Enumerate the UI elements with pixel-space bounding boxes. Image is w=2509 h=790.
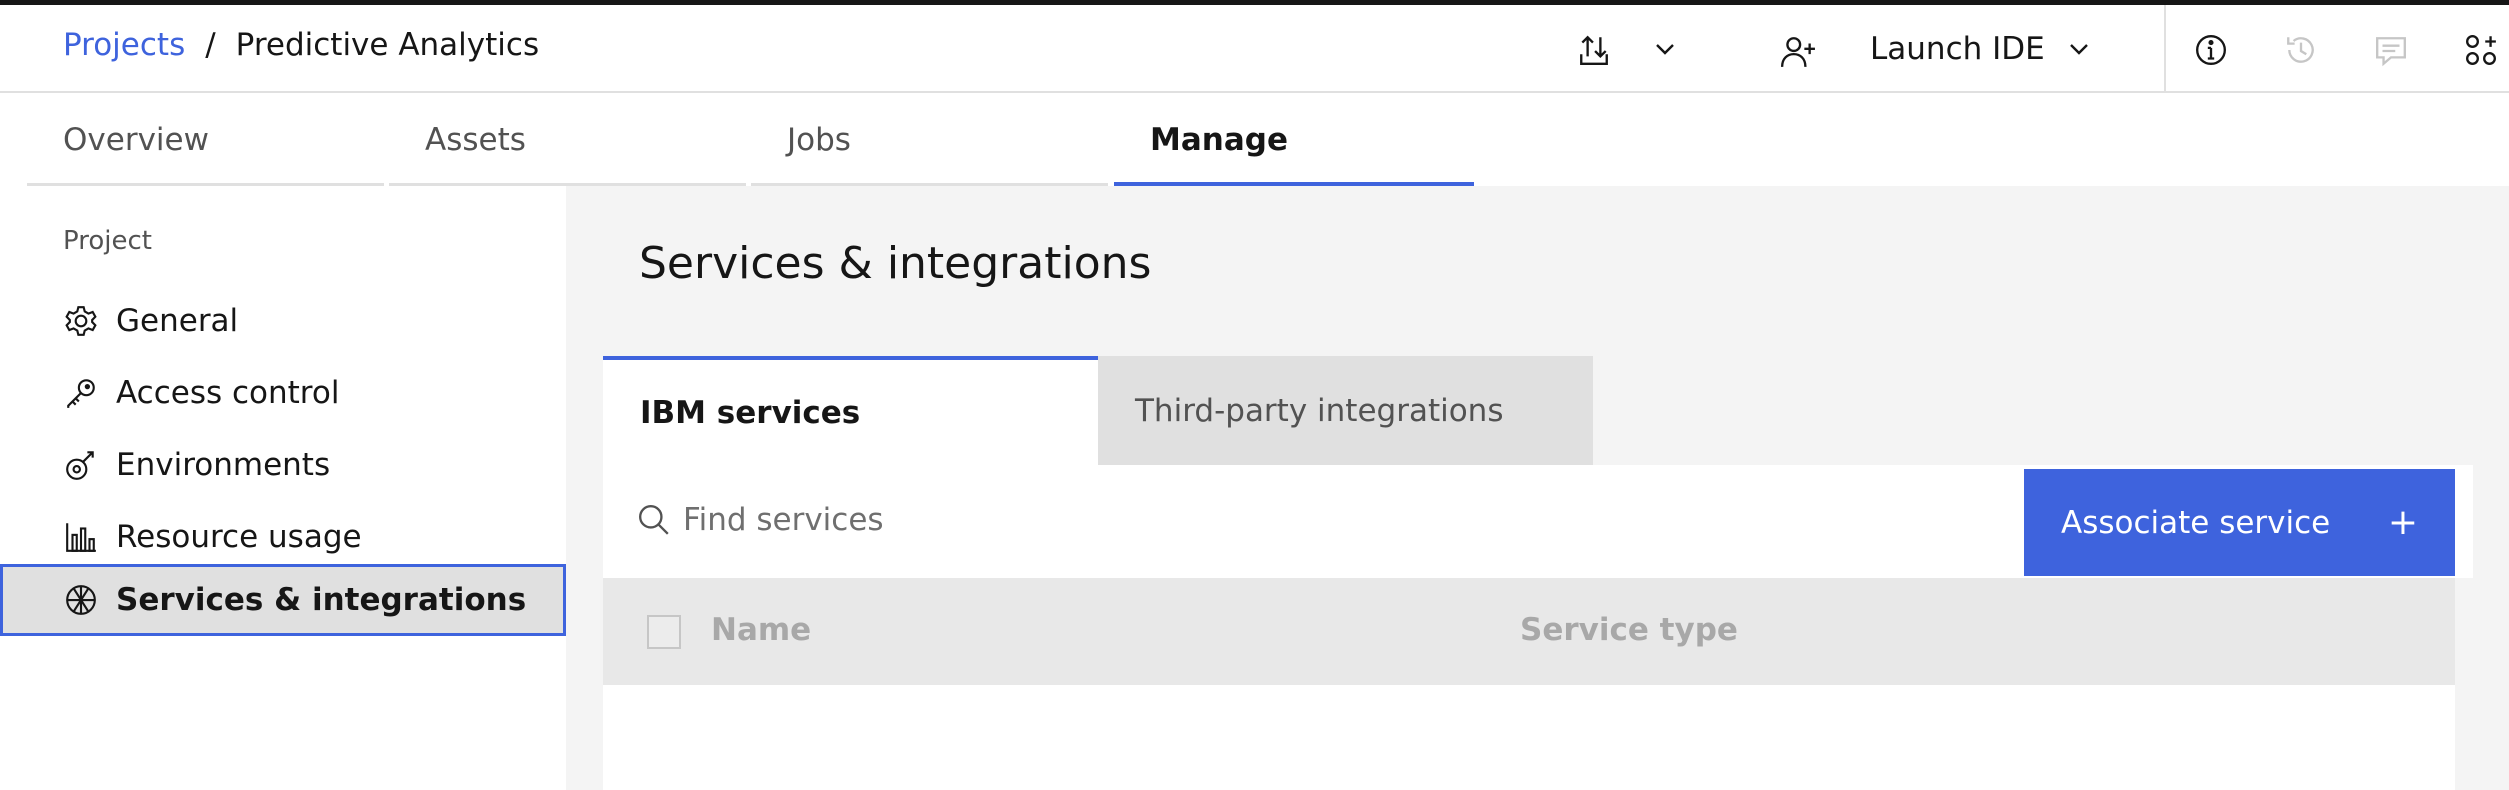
gear-icon xyxy=(63,303,99,339)
tab-jobs-label: Jobs xyxy=(787,121,851,158)
sidebar-item-access-control[interactable]: Access control xyxy=(0,357,566,429)
column-header-name[interactable]: Name xyxy=(711,612,811,648)
header-divider xyxy=(2164,5,2166,93)
tab-ibm-services-label: IBM services xyxy=(640,394,861,431)
tab-overview-label: Overview xyxy=(63,121,209,158)
sidebar-item-services-integrations[interactable]: Services & integrations xyxy=(0,564,566,636)
main-content: Services & integrations IBM services Thi… xyxy=(566,186,2509,790)
launch-ide-label: Launch IDE xyxy=(1870,31,2045,67)
key-icon xyxy=(63,375,99,411)
column-header-service-type[interactable]: Service type xyxy=(1520,612,1738,648)
sidebar-section-title: Project xyxy=(63,226,152,256)
tab-manage[interactable]: Manage xyxy=(1114,93,1474,186)
environment-icon xyxy=(63,447,99,483)
add-user-icon[interactable] xyxy=(1780,35,1816,69)
plus-icon: + xyxy=(2387,501,2418,543)
breadcrumb: Projects / Predictive Analytics xyxy=(63,27,539,63)
breadcrumb-current: Predictive Analytics xyxy=(235,27,540,63)
tab-overview[interactable]: Overview xyxy=(27,93,384,186)
launch-ide-button[interactable]: Launch IDE xyxy=(1870,27,2091,71)
comment-icon[interactable] xyxy=(2374,35,2408,67)
sidebar-item-label: General xyxy=(116,303,239,339)
bar-chart-icon xyxy=(63,519,99,555)
header: Projects / Predictive Analytics Launch I… xyxy=(0,5,2509,93)
table-body xyxy=(603,685,2455,790)
apps-icon[interactable] xyxy=(2464,33,2498,67)
chevron-down-icon[interactable] xyxy=(1653,37,1677,61)
sidebar-item-environments[interactable]: Environments xyxy=(0,429,566,501)
search-icon xyxy=(637,503,671,541)
sidebar-item-general[interactable]: General xyxy=(0,285,566,357)
integrations-icon xyxy=(63,582,99,618)
associate-service-label: Associate service xyxy=(2061,504,2331,541)
select-all-checkbox[interactable] xyxy=(647,615,681,649)
sidebar-item-label: Resource usage xyxy=(116,519,362,555)
sidebar-item-label: Access control xyxy=(116,375,340,411)
sidebar-item-resource-usage[interactable]: Resource usage xyxy=(0,501,566,573)
tab-third-party-label: Third-party integrations xyxy=(1135,392,1504,429)
history-icon[interactable] xyxy=(2284,33,2318,67)
tab-manage-label: Manage xyxy=(1150,121,1288,158)
services-toolbar: Associate service + xyxy=(603,465,2473,578)
sidebar: Project General Access control Environme… xyxy=(0,186,566,790)
tab-third-party-integrations[interactable]: Third-party integrations xyxy=(1098,356,1593,465)
info-icon[interactable] xyxy=(2194,33,2228,67)
search-input[interactable] xyxy=(683,485,1983,555)
sidebar-item-label: Environments xyxy=(116,447,331,483)
tab-assets[interactable]: Assets xyxy=(389,93,746,186)
breadcrumb-projects-link[interactable]: Projects xyxy=(63,27,185,63)
tab-ibm-services[interactable]: IBM services xyxy=(603,356,1098,465)
chevron-down-icon xyxy=(2067,37,2091,61)
table-header: Name Service type xyxy=(603,578,2455,685)
transfer-icon[interactable] xyxy=(1577,33,1611,67)
project-tabs: Overview Assets Jobs Manage xyxy=(0,93,2509,186)
breadcrumb-separator: / xyxy=(205,27,216,63)
sidebar-item-label: Services & integrations xyxy=(116,582,527,618)
tab-assets-label: Assets xyxy=(425,121,526,158)
tab-jobs[interactable]: Jobs xyxy=(751,93,1108,186)
page-title: Services & integrations xyxy=(639,238,1152,289)
associate-service-button[interactable]: Associate service + xyxy=(2024,469,2455,576)
